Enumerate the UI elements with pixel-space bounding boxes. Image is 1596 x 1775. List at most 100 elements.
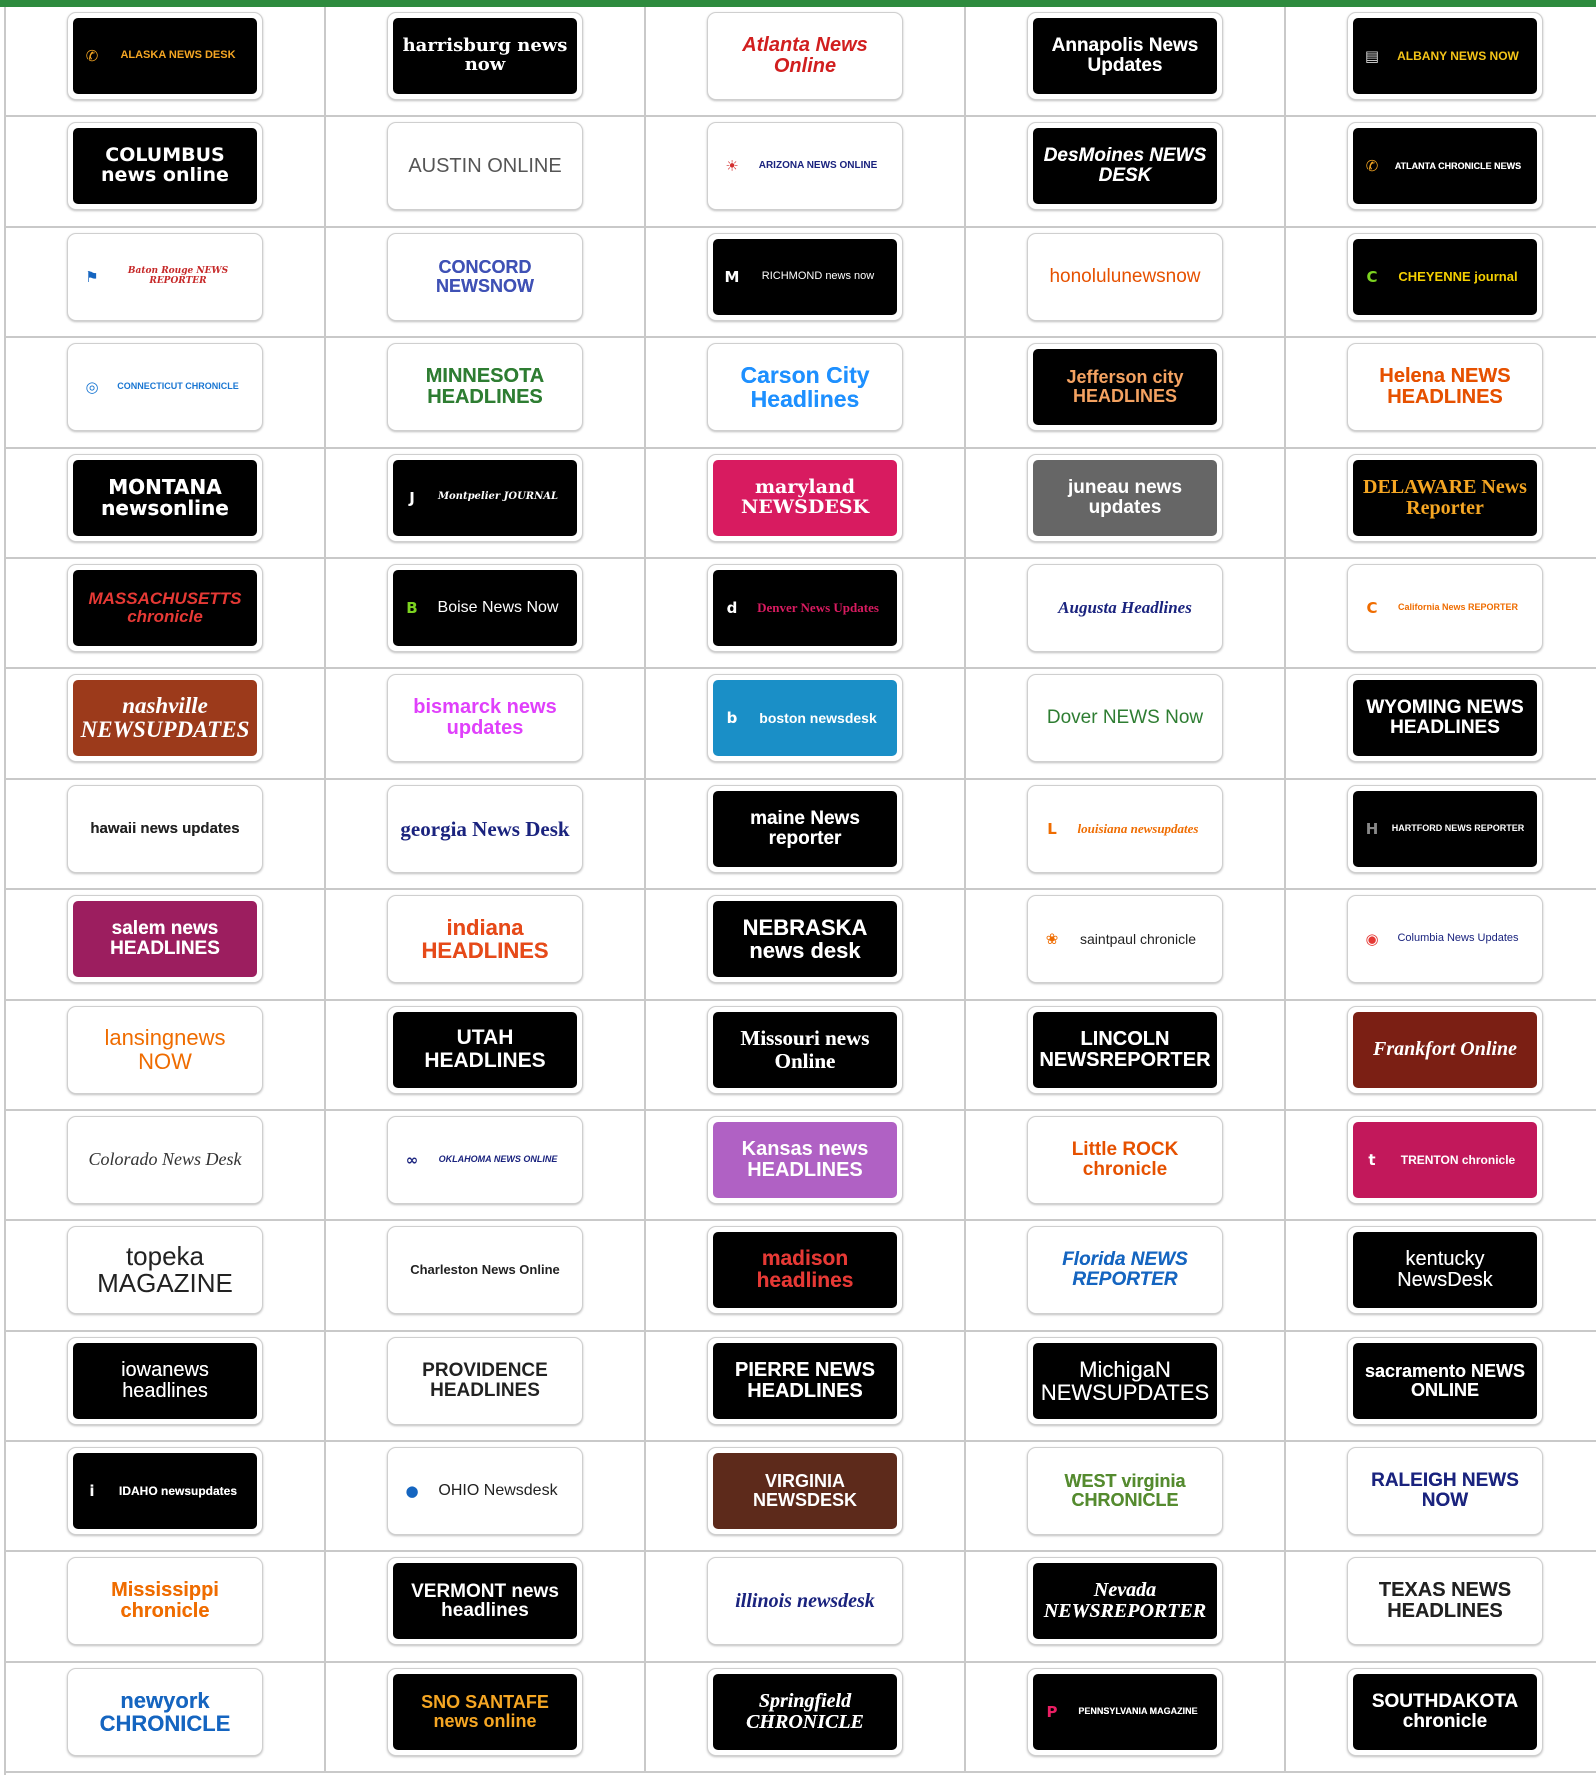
logo-wordmark: Boise News Now xyxy=(437,598,559,616)
news-logo-link-boston-newsdesk[interactable]: b boston newsdesk xyxy=(707,674,903,763)
news-logo-link-florida-news-reporter[interactable]: Florida NEWS REPORTER xyxy=(1027,1226,1223,1315)
news-logo-link-iowanews-headlines[interactable]: iowanews headlines xyxy=(67,1336,263,1425)
news-logo-link-delaware-news-reporter[interactable]: DELAWARE News Reporter xyxy=(1347,453,1543,542)
news-logo-link-maine-news-reporter[interactable]: maine News reporter xyxy=(707,784,903,873)
news-logo-link-west-virginia-chronicle[interactable]: WEST virginia CHRONICLE xyxy=(1027,1447,1223,1536)
logo-wordmark: Annapolis News Updates xyxy=(1051,35,1199,76)
news-logo-link-atlanta-news-online[interactable]: Atlanta News Online xyxy=(707,12,903,100)
grid-cell: Frankfort Online xyxy=(1286,1001,1596,1111)
news-logo-link-albany-news-now[interactable]: ▤ ALBANY NEWS NOW xyxy=(1347,12,1543,100)
news-logo-link-montana-newsonline[interactable]: MONTANA newsonline xyxy=(67,453,263,542)
grid-cell: SOUTHDAKOTA chronicle xyxy=(1286,1663,1596,1774)
news-logo-link-annapolis-news-updates[interactable]: Annapolis News Updates xyxy=(1027,12,1223,100)
news-logo-link-columbia-news-updates[interactable]: ◉ Columbia News Updates xyxy=(1347,895,1543,984)
news-logo-link-augusta-headlines[interactable]: Augusta Headlines xyxy=(1027,563,1223,652)
news-logo-link-connecticut-chronicle[interactable]: ◎ CONNECTICUT CHRONICLE xyxy=(67,343,263,432)
news-logo-link-frankfort-online[interactable]: Frankfort Online xyxy=(1347,1005,1543,1094)
news-logo-link-saintpaul-chronicle[interactable]: ❀ saintpaul chronicle xyxy=(1027,895,1223,984)
news-logo-link-idaho-newsupdates[interactable]: i IDAHO newsupdates xyxy=(67,1447,263,1536)
news-logo-link-concord-newsnow[interactable]: CONCORD NEWSNOW xyxy=(387,232,583,321)
news-logo-link-michigan-newsupdates[interactable]: MichigaN NEWSUPDATES xyxy=(1027,1336,1223,1425)
news-logo-link-nashville-newsupdates[interactable]: nashville NEWSUPDATES xyxy=(67,674,263,763)
news-logo-link-mississippi-chronicle[interactable]: Mississippi chronicle xyxy=(67,1557,263,1646)
news-logo-link-salem-news-headlines[interactable]: salem news HEADLINES xyxy=(67,895,263,984)
logo-wordmark: IDAHO newsupdates xyxy=(118,1483,238,1498)
news-logo-link-columbus-news-online[interactable]: COLUMBUS news online xyxy=(67,122,263,211)
logo-badge: COLUMBUS news online xyxy=(73,128,257,205)
news-logo-link-lansingnews-now[interactable]: lansingnews NOW xyxy=(67,1005,263,1094)
news-logo-link-wyoming-news-headlines[interactable]: WYOMING NEWS HEADLINES xyxy=(1347,674,1543,763)
news-logo-link-pierre-news-headlines[interactable]: PIERRE NEWS HEADLINES xyxy=(707,1336,903,1425)
news-logo-link-providence-headlines[interactable]: PROVIDENCE HEADLINES xyxy=(387,1336,583,1425)
news-logo-link-boise-news-now[interactable]: B Boise News Now xyxy=(387,563,583,652)
news-logo-link-illinois-newsdesk[interactable]: illinois newsdesk xyxy=(707,1557,903,1646)
news-logo-link-carson-city-headlines[interactable]: Carson City Headlines xyxy=(707,343,903,432)
news-logo-link-minnesota-headlines[interactable]: MINNESOTA HEADLINES xyxy=(387,343,583,432)
news-logo-link-nebraska-news-desk[interactable]: NEBRASKA news desk xyxy=(707,895,903,984)
news-logo-link-juneau-news-updates[interactable]: juneau news updates xyxy=(1027,453,1223,542)
news-logo-link-montpelier-journal[interactable]: J Montpelier JOURNAL xyxy=(387,453,583,542)
news-logo-link-hartford-news-reporter[interactable]: H HARTFORD NEWS REPORTER xyxy=(1347,784,1543,873)
news-logo-link-alaska-news-desk[interactable]: ✆ ALASKA NEWS DESK xyxy=(67,12,263,100)
news-logo-link-honolulunewsnow[interactable]: honolulunewsnow xyxy=(1027,232,1223,321)
logo-emblem-icon: ▤ xyxy=(1364,47,1380,65)
logo-wordmark: Charleston News Online xyxy=(410,1262,560,1278)
news-logo-link-virginia-newsdesk[interactable]: VIRGINIA NEWSDESK xyxy=(707,1447,903,1536)
logo-wordmark: LINCOLN NEWSREPORTER xyxy=(1039,1027,1211,1071)
news-logo-link-newyork-chronicle[interactable]: newyork CHRONICLE xyxy=(67,1667,263,1756)
news-logo-link-california-news-reporter[interactable]: C California News REPORTER xyxy=(1347,563,1543,652)
news-logo-link-harrisburg-news-now[interactable]: harrisburg news now xyxy=(387,12,583,100)
news-logo-link-denver-news-updates[interactable]: d Denver News Updates xyxy=(707,563,903,652)
news-logo-link-sno-santafe-news-online[interactable]: SNO SANTAFE news online xyxy=(387,1667,583,1756)
logo-wordmark: HARTFORD NEWS REPORTER xyxy=(1391,823,1525,834)
news-logo-link-georgia-news-desk[interactable]: georgia News Desk xyxy=(387,784,583,873)
news-logo-link-colorado-news-desk[interactable]: Colorado News Desk xyxy=(67,1115,263,1204)
news-logo-link-dover-news-now[interactable]: Dover NEWS Now xyxy=(1027,674,1223,763)
news-logo-link-helena-news-headlines[interactable]: Helena NEWS HEADLINES xyxy=(1347,343,1543,432)
news-logo-link-jefferson-city-headlines[interactable]: Jefferson city HEADLINES xyxy=(1027,343,1223,432)
news-logo-link-ohio-newsdesk[interactable]: ● OHIO Newsdesk xyxy=(387,1447,583,1536)
news-logo-link-baton-rouge-news-reporter[interactable]: ⚑ Baton Rouge NEWS REPORTER xyxy=(67,232,263,321)
news-logo-link-bismarck-news-updates[interactable]: bismarck news updates xyxy=(387,674,583,763)
news-logo-link-hawaii-news-updates[interactable]: hawaii news updates xyxy=(67,784,263,873)
news-logo-link-kansas-news-headlines[interactable]: Kansas news HEADLINES xyxy=(707,1115,903,1204)
grid-cell: honolulunewsnow xyxy=(966,227,1286,339)
news-logo-link-trenton-chronicle[interactable]: t TRENTON chronicle xyxy=(1347,1115,1543,1204)
news-logo-link-louisiana-newsupdates[interactable]: Llouisiana newsupdates xyxy=(1027,784,1223,873)
news-logo-link-richmond-news-now[interactable]: M RICHMOND news now xyxy=(707,232,903,321)
news-logo-link-little-rock-chronicle[interactable]: Little ROCK chronicle xyxy=(1027,1115,1223,1204)
news-logo-link-massachusetts-chronicle[interactable]: MASSACHUSETTS chronicle xyxy=(67,563,263,652)
grid-cell: topeka MAGAZINE xyxy=(6,1221,326,1332)
news-logo-link-atlanta-chronicle-news[interactable]: ✆ ATLANTA CHRONICLE NEWS xyxy=(1347,122,1543,211)
logo-badge: Little ROCK chronicle xyxy=(1033,1121,1217,1198)
logo-badge: topeka MAGAZINE xyxy=(73,1232,257,1309)
news-logo-link-sacramento-news-online[interactable]: sacramento NEWS ONLINE xyxy=(1347,1336,1543,1425)
news-logo-link-southdakota-chronicle[interactable]: SOUTHDAKOTA chronicle xyxy=(1347,1667,1543,1756)
logo-badge: Llouisiana newsupdates xyxy=(1033,790,1217,867)
news-logo-link-charleston-news-online[interactable]: Charleston News Online xyxy=(387,1226,583,1315)
news-logo-link-desmoines-news-desk[interactable]: DesMoines NEWS DESK xyxy=(1027,122,1223,211)
news-logo-link-springfield-chronicle[interactable]: Springfield CHRONICLE xyxy=(707,1667,903,1756)
logo-wordmark: saintpaul chronicle xyxy=(1080,930,1196,947)
news-logo-link-utah-headlines[interactable]: UTAH HEADLINES xyxy=(387,1005,583,1094)
news-logo-link-nevada-newsreporter[interactable]: Nevada NEWSREPORTER xyxy=(1027,1557,1223,1646)
news-logo-link-texas-news-headlines[interactable]: TEXAS NEWS HEADLINES xyxy=(1347,1557,1543,1646)
news-logo-link-cheyenne-journal[interactable]: C CHEYENNE journal xyxy=(1347,232,1543,321)
news-logo-link-pennsylvania-magazine[interactable]: P PENNSYLVANIA MAGAZINE xyxy=(1027,1667,1223,1756)
news-logo-link-madison-headlines[interactable]: madison headlines xyxy=(707,1226,903,1315)
grid-cell: Nevada NEWSREPORTER xyxy=(966,1552,1286,1663)
news-logo-link-maryland-newsdesk[interactable]: maryland NEWSDESK xyxy=(707,453,903,542)
news-logo-link-topeka-magazine[interactable]: topeka MAGAZINE xyxy=(67,1226,263,1315)
news-logo-link-indiana-headlines[interactable]: indiana HEADLINES xyxy=(387,895,583,984)
news-logo-link-arizona-news-online[interactable]: ☀ ARIZONA NEWS ONLINE xyxy=(707,122,903,211)
logo-wordmark: Helena NEWS HEADLINES xyxy=(1379,365,1511,409)
news-logo-link-raleigh-news-now[interactable]: RALEIGH NEWS NOW xyxy=(1347,1447,1543,1536)
news-logo-link-kentucky-newsdesk[interactable]: kentucky NewsDesk xyxy=(1347,1226,1543,1315)
logo-badge: ✆ ATLANTA CHRONICLE NEWS xyxy=(1353,128,1537,205)
news-logo-link-oklahoma-news-online[interactable]: ∞ OKLAHOMA NEWS ONLINE xyxy=(387,1115,583,1204)
news-logo-link-vermont-news-headlines[interactable]: VERMONT news headlines xyxy=(387,1557,583,1646)
logo-wordmark: MichigaN NEWSUPDATES xyxy=(1040,1356,1210,1405)
news-logo-link-lincoln-newsreporter[interactable]: LINCOLN NEWSREPORTER xyxy=(1027,1005,1223,1094)
news-logo-link-austin-online[interactable]: AUSTIN ONLINE xyxy=(387,122,583,211)
news-logo-link-missouri-news-online[interactable]: Missouri news Online xyxy=(707,1005,903,1094)
